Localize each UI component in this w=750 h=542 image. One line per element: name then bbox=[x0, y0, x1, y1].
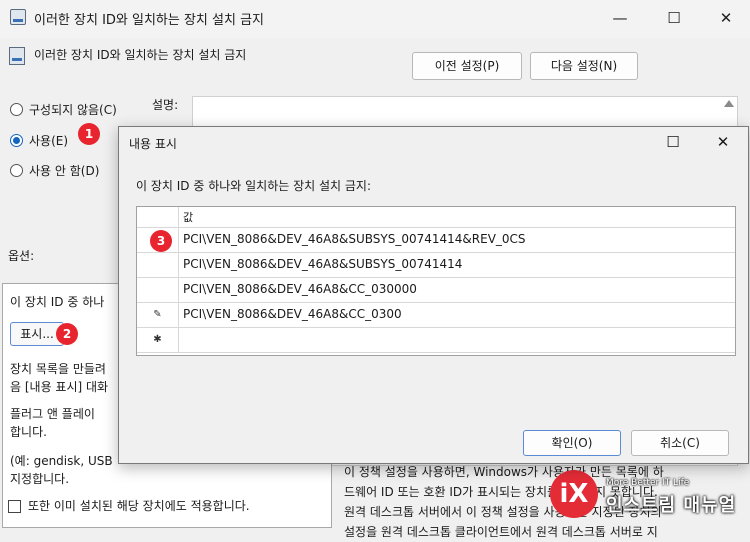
window-titlebar: 이러한 장치 ID와 일치하는 장치 설치 금지 — ☐ ✕ bbox=[0, 0, 750, 38]
cancel-button[interactable]: 취소(C) bbox=[631, 430, 729, 456]
description-label: 설명: bbox=[152, 98, 179, 112]
new-row-asterisk-icon[interactable]: ✱ bbox=[137, 328, 179, 352]
step-badge-2: 2 bbox=[56, 323, 78, 345]
device-id-cell[interactable]: PCI\VEN_8086&DEV_46A8&CC_030000 bbox=[183, 282, 417, 296]
radio-enabled[interactable]: 사용(E) bbox=[10, 131, 68, 149]
logo-mark: iX bbox=[550, 470, 598, 518]
radio-label: 사용(E) bbox=[29, 133, 69, 148]
device-id-cell[interactable]: PCI\VEN_8086&DEV_46A8&SUBSYS_00741414&RE… bbox=[183, 232, 526, 246]
edit-pencil-icon[interactable]: ✎ bbox=[137, 303, 179, 327]
column-header-value: 값 bbox=[183, 211, 194, 224]
row-header-corner bbox=[137, 207, 179, 227]
table-row[interactable]: PCI\VEN_8086&DEV_46A8&CC_030000 bbox=[137, 278, 735, 303]
options-label: 옵션: bbox=[8, 249, 35, 263]
radio-label: 구성되지 않음(C) bbox=[29, 102, 117, 117]
row-header[interactable] bbox=[137, 278, 179, 302]
device-id-cell[interactable]: PCI\VEN_8086&DEV_46A8&SUBSYS_00741414 bbox=[183, 257, 462, 271]
step-badge-3: 3 bbox=[150, 230, 172, 252]
table-row[interactable]: ✎ PCI\VEN_8086&DEV_46A8&CC_0300 bbox=[137, 303, 735, 328]
logo-tagline: More Better IT Life bbox=[606, 478, 690, 488]
options-text: 이 장치 ID 중 하나 bbox=[10, 295, 105, 309]
device-id-cell[interactable]: PCI\VEN_8086&DEV_46A8&CC_0300 bbox=[183, 307, 402, 321]
window-title: 이러한 장치 ID와 일치하는 장치 설치 금지 bbox=[34, 13, 264, 28]
radio-label: 사용 안 함(D) bbox=[29, 163, 100, 178]
show-contents-dialog: 내용 표시 ☐ ✕ 이 장치 ID 중 하나와 일치하는 장치 설치 금지: 값… bbox=[118, 126, 749, 464]
checkbox-label: 또한 이미 설치된 해당 장치에도 적용합니다. bbox=[28, 499, 250, 513]
ok-button[interactable]: 확인(O) bbox=[523, 430, 621, 456]
policy-header-icon bbox=[9, 47, 25, 65]
close-icon[interactable]: ✕ bbox=[712, 6, 740, 30]
row-header[interactable] bbox=[137, 253, 179, 277]
table-row[interactable]: PCI\VEN_8086&DEV_46A8&SUBSYS_00741414 bbox=[137, 253, 735, 278]
options-text: 플러그 앤 플레이 bbox=[10, 407, 95, 421]
step-badge-1: 1 bbox=[78, 123, 100, 145]
radio-circle-checked[interactable] bbox=[10, 133, 23, 147]
policy-app-icon bbox=[10, 9, 26, 25]
dialog-maximize-icon[interactable]: ☐ bbox=[659, 131, 687, 153]
dialog-close-icon[interactable]: ✕ bbox=[709, 131, 737, 153]
options-text: 음 [내용 표시] 대화 bbox=[10, 380, 109, 394]
dialog-prompt: 이 장치 ID 중 하나와 일치하는 장치 설치 금지: bbox=[136, 179, 372, 193]
options-text: 지정합니다. bbox=[10, 472, 70, 486]
options-text: (예: gendisk, USB bbox=[10, 454, 113, 468]
scroll-up-icon[interactable] bbox=[724, 100, 734, 107]
policy-title: 이러한 장치 ID와 일치하는 장치 설치 금지 bbox=[34, 48, 247, 62]
radio-circle[interactable] bbox=[10, 102, 23, 116]
radio-not-configured[interactable]: 구성되지 않음(C) bbox=[10, 100, 117, 118]
options-text: 장치 목록을 만들려 bbox=[10, 362, 106, 376]
table-row[interactable]: ✱ bbox=[137, 328, 735, 353]
table-row[interactable]: PCI\VEN_8086&DEV_46A8&SUBSYS_00741414&RE… bbox=[137, 228, 735, 253]
radio-disabled[interactable]: 사용 안 함(D) bbox=[10, 161, 99, 179]
grid-header-row: 값 bbox=[137, 207, 735, 228]
logo-name: 인스트림 매뉴얼 bbox=[606, 495, 737, 516]
dialog-title: 내용 표시 bbox=[129, 137, 177, 151]
prev-setting-button[interactable]: 이전 설정(P) bbox=[412, 52, 522, 80]
options-text: 합니다. bbox=[10, 425, 47, 439]
watermark-logo: iX More Better IT Life 인스트림 매뉴얼 bbox=[550, 466, 744, 522]
next-setting-button[interactable]: 다음 설정(N) bbox=[530, 52, 638, 80]
device-id-grid: 값 PCI\VEN_8086&DEV_46A8&SUBSYS_00741414&… bbox=[136, 206, 736, 356]
help-line: 설정을 원격 데스크톱 클라이언트에서 원격 데스크톱 서버로 지 bbox=[344, 525, 658, 539]
maximize-icon[interactable]: ☐ bbox=[660, 6, 688, 30]
minimize-icon[interactable]: — bbox=[606, 6, 634, 30]
radio-circle[interactable] bbox=[10, 163, 23, 177]
apply-installed-checkbox[interactable] bbox=[8, 500, 21, 513]
